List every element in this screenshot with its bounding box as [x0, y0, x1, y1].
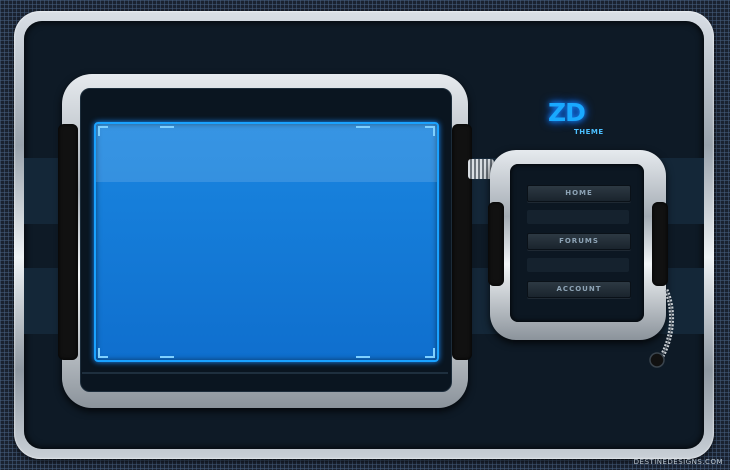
- nav-forums-button[interactable]: FORUMS: [527, 233, 631, 250]
- left-grip: [58, 124, 78, 360]
- nav-empty-slot: [527, 210, 629, 224]
- edge-tick: [356, 356, 370, 358]
- nav-right-grip: [652, 202, 668, 286]
- edge-tick: [160, 356, 174, 358]
- coiled-cable-icon: [649, 288, 675, 368]
- corner-bracket: [425, 126, 435, 136]
- edge-tick: [160, 126, 174, 128]
- edge-tick: [356, 126, 370, 128]
- corner-bracket: [98, 348, 108, 358]
- nav-left-grip: [488, 202, 504, 286]
- screen-gloss: [96, 124, 437, 182]
- corner-bracket: [425, 348, 435, 358]
- site-credit: DESTINEDESIGNS.COM: [633, 458, 723, 466]
- nav-account-button[interactable]: ACCOUNT: [527, 281, 631, 298]
- nav-home-button[interactable]: HOME: [527, 185, 631, 202]
- logo-mark: ZD: [548, 98, 586, 127]
- main-display-screen: [94, 122, 439, 362]
- logo-subtitle: THEME: [574, 128, 604, 136]
- corner-bracket: [98, 126, 108, 136]
- zd-logo-icon[interactable]: ZD THEME: [548, 98, 614, 138]
- bezel-divider: [82, 372, 448, 374]
- nav-empty-slot: [527, 258, 629, 272]
